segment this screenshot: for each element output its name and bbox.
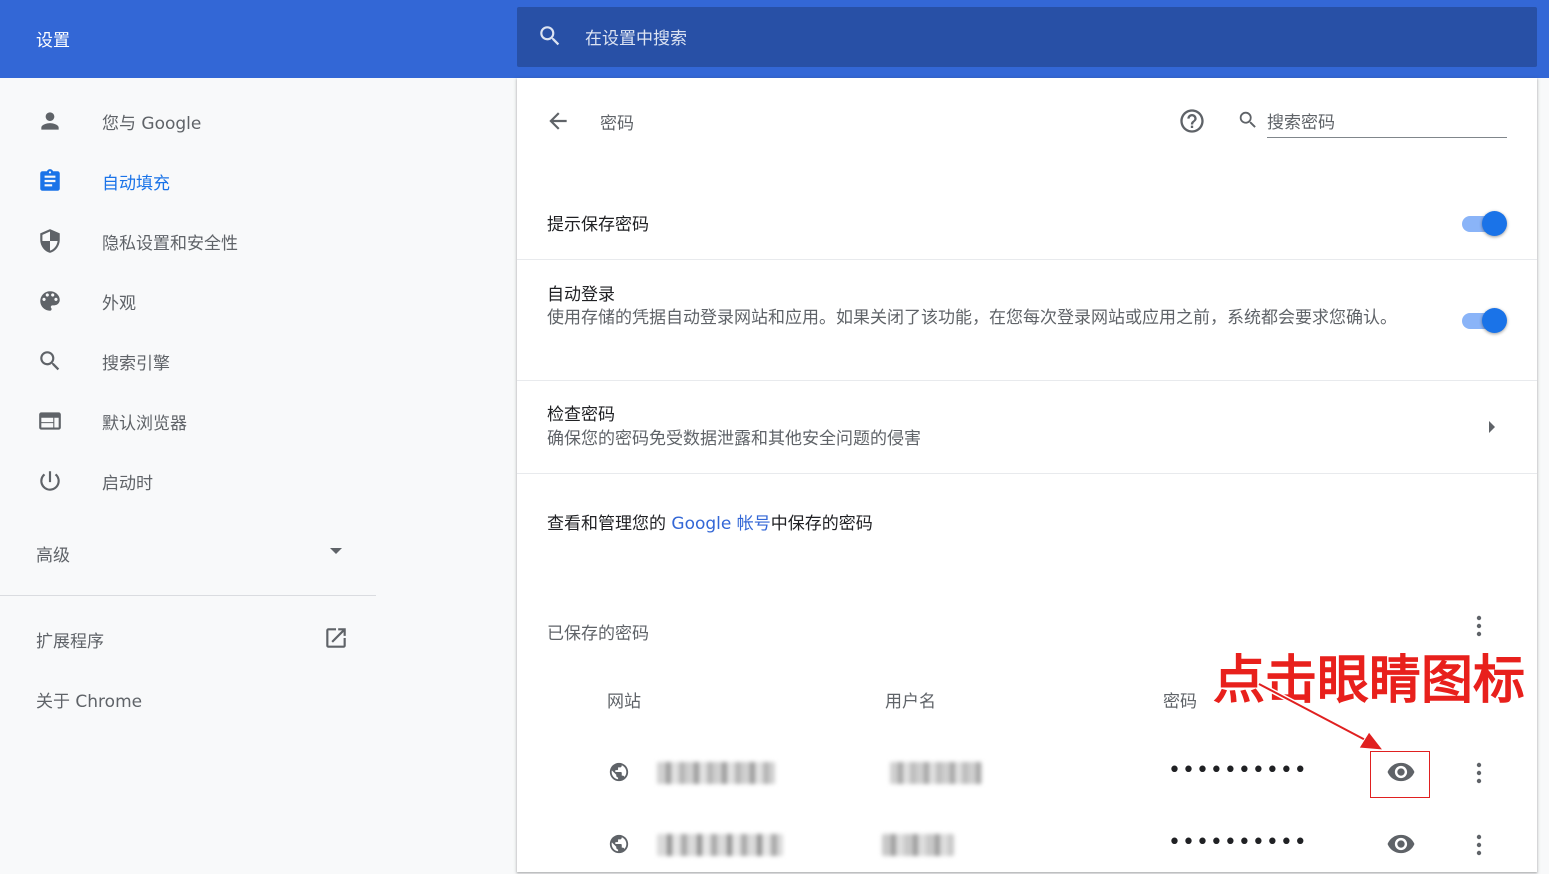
column-header-username: 用户名	[885, 692, 936, 712]
offer-save-title: 提示保存密码	[547, 215, 649, 235]
browser-window-icon	[37, 408, 63, 434]
search-icon	[37, 348, 63, 374]
power-icon	[37, 468, 63, 494]
password-search-input[interactable]: 搜索密码	[1237, 106, 1507, 138]
sidebar-item-you-and-google[interactable]: 您与 Google	[0, 90, 376, 150]
website-value-redacted[interactable]	[657, 762, 775, 784]
toggle-knob	[1482, 308, 1507, 333]
check-passwords-title: 检查密码	[547, 405, 615, 425]
google-account-line: 查看和管理您的 Google 帐号中保存的密码	[547, 509, 873, 534]
caret-down-icon	[328, 546, 344, 556]
row-divider	[517, 380, 1537, 381]
chevron-right-icon[interactable]	[1487, 419, 1497, 435]
auto-signin-description: 使用存储的凭据自动登录网站和应用。如果关闭了该功能，在您每次登录网站或应用之前，…	[547, 308, 1397, 328]
sidebar-item-label: 自动填充	[102, 174, 170, 194]
sidebar-item-extensions[interactable]: 扩展程序	[0, 613, 376, 663]
sidebar-item-about-chrome[interactable]: 关于 Chrome	[0, 675, 376, 725]
sidebar-item-label: 隐私设置和安全性	[102, 234, 238, 254]
settings-search-input[interactable]: 在设置中搜索	[517, 7, 1537, 67]
saved-passwords-title: 已保存的密码	[547, 624, 649, 644]
search-icon	[1237, 109, 1259, 131]
password-search-placeholder: 搜索密码	[1267, 113, 1335, 133]
check-passwords-description: 确保您的密码免受数据泄露和其他安全问题的侵害	[547, 429, 921, 449]
search-icon	[537, 23, 563, 49]
google-account-suffix: 中保存的密码	[770, 514, 873, 534]
more-vert-icon[interactable]	[1468, 613, 1490, 639]
row-divider	[517, 259, 1537, 260]
sidebar-item-search-engine[interactable]: 搜索引擎	[0, 330, 376, 390]
palette-icon	[37, 288, 63, 314]
page-title: 密码	[600, 114, 634, 134]
sidebar: 您与 Google 自动填充 隐私设置和安全性 外观 搜索引擎 默认浏览器 启动…	[0, 78, 376, 872]
password-mask: ••••••••••	[1168, 758, 1308, 783]
auto-signin-title: 自动登录	[547, 285, 615, 305]
toggle-knob	[1482, 211, 1507, 236]
annotation-highlight-box	[1370, 751, 1430, 798]
sidebar-item-label: 启动时	[102, 474, 153, 494]
row-divider	[517, 473, 1537, 474]
sidebar-item-on-startup[interactable]: 启动时	[0, 450, 376, 510]
sidebar-item-default-browser[interactable]: 默认浏览器	[0, 390, 376, 450]
eye-icon[interactable]	[1386, 833, 1416, 855]
sidebar-divider	[0, 595, 376, 596]
offer-save-toggle[interactable]	[1460, 210, 1508, 236]
shield-icon	[37, 228, 63, 254]
help-icon[interactable]	[1178, 107, 1206, 135]
google-account-link[interactable]: Google 帐号	[671, 514, 770, 534]
back-arrow-icon[interactable]	[545, 108, 571, 134]
column-header-website: 网站	[607, 692, 641, 712]
sidebar-item-label: 您与 Google	[102, 114, 202, 134]
sidebar-item-label: 搜索引擎	[102, 354, 170, 374]
globe-icon	[608, 761, 630, 783]
website-value-redacted[interactable]	[657, 834, 783, 856]
sidebar-item-autofill[interactable]: 自动填充	[0, 150, 376, 210]
annotation-arrow	[1255, 680, 1390, 755]
globe-icon	[608, 833, 630, 855]
person-icon	[37, 108, 63, 134]
auto-signin-toggle[interactable]	[1460, 307, 1508, 333]
sidebar-item-privacy[interactable]: 隐私设置和安全性	[0, 210, 376, 270]
more-vert-icon[interactable]	[1468, 760, 1490, 786]
google-account-prefix: 查看和管理您的	[547, 514, 672, 534]
username-value-redacted	[890, 762, 982, 784]
open-in-new-icon	[323, 625, 349, 651]
about-label: 关于 Chrome	[36, 692, 143, 712]
search-placeholder: 在设置中搜索	[585, 29, 687, 49]
username-value-redacted	[882, 834, 954, 856]
sidebar-item-label: 默认浏览器	[102, 414, 187, 434]
sidebar-item-appearance[interactable]: 外观	[0, 270, 376, 330]
app-title: 设置	[36, 31, 70, 51]
password-row: ••••••••••	[517, 814, 1537, 874]
password-mask: ••••••••••	[1168, 830, 1308, 855]
sidebar-item-label: 外观	[102, 294, 136, 314]
more-vert-icon[interactable]	[1468, 832, 1490, 858]
advanced-label: 高级	[36, 546, 70, 566]
column-header-password: 密码	[1163, 692, 1197, 712]
clipboard-icon	[37, 168, 63, 194]
search-underline	[1267, 137, 1507, 138]
top-header: 设置 在设置中搜索	[0, 0, 1549, 78]
extensions-label: 扩展程序	[36, 632, 104, 652]
sidebar-advanced-toggle[interactable]: 高级	[0, 528, 376, 576]
